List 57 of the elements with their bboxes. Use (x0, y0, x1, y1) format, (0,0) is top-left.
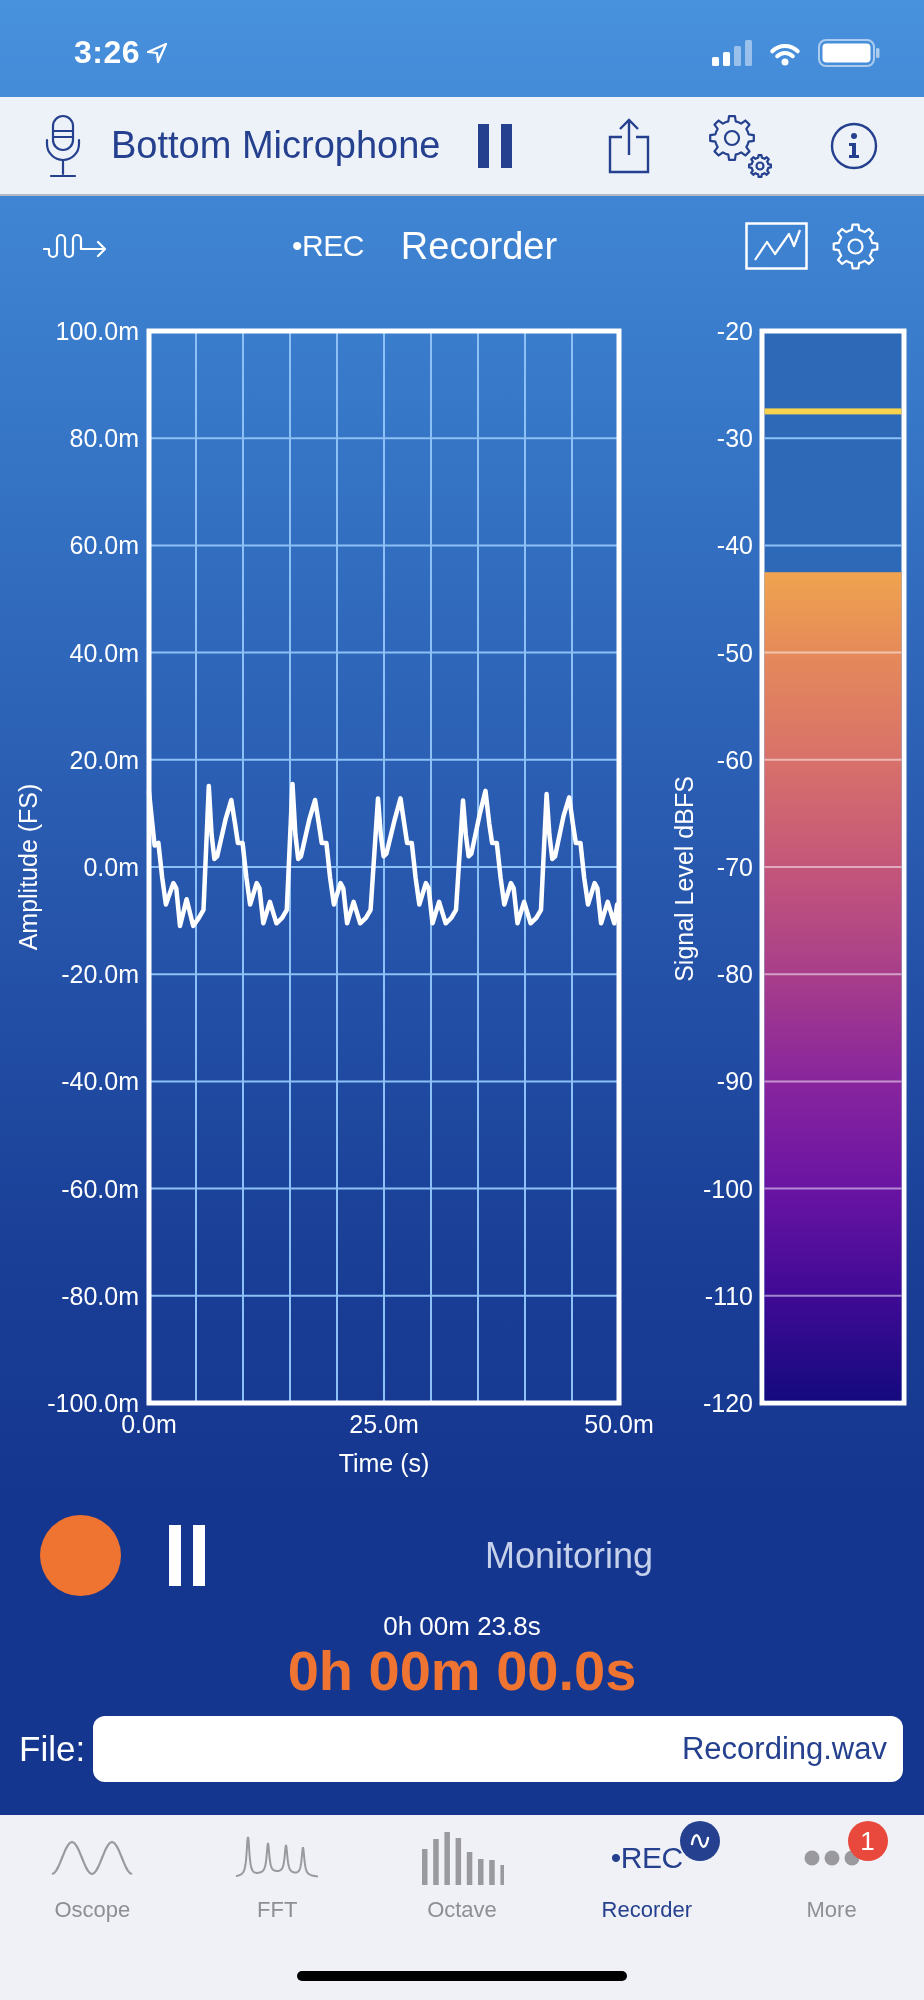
battery-icon (818, 38, 880, 67)
rec-logo: •REC (292, 229, 364, 263)
location-arrow-icon (146, 41, 169, 64)
y-axis-tick-label: 0.0m (83, 853, 139, 881)
status-time: 3:26 (74, 34, 141, 71)
line-chart-icon[interactable] (745, 222, 808, 270)
input-device-selector[interactable]: Bottom Microphone (111, 123, 441, 168)
meter-scale-label: -30 (716, 424, 753, 453)
filename-field[interactable]: Recording.wav (93, 1716, 903, 1782)
meter-scale-label: -40 (716, 531, 753, 560)
tab-button[interactable]: Oscope (0, 1815, 185, 1923)
info-icon[interactable] (830, 121, 878, 170)
y-axis-tick-label: 60.0m (69, 531, 139, 560)
meter-scale-label: -90 (716, 1067, 753, 1096)
bar-graph-icon (420, 1830, 504, 1885)
monitoring-status: Monitoring (485, 1534, 654, 1577)
tab-button[interactable]: •REC Recorder (554, 1815, 740, 1923)
meter-scale-label: -120 (702, 1389, 753, 1417)
tab-button[interactable]: 1 More (739, 1815, 924, 1923)
settings-icon[interactable] (831, 221, 880, 271)
y-axis-tick-label: 40.0m (69, 638, 139, 667)
recording-timer: 0h 00m 00.0s (287, 1641, 637, 1701)
pause-icon[interactable] (169, 1525, 205, 1586)
y-axis-title: Amplitude (FS) (14, 783, 42, 951)
elapsed-time: 0h 00m 23.8s (383, 1611, 541, 1641)
y-axis-tick-label: 20.0m (69, 745, 139, 774)
tab-button[interactable]: FFT (184, 1815, 370, 1923)
x-axis-tick-label: 25.0m (349, 1410, 419, 1438)
meter-scale-label: -50 (716, 638, 753, 667)
sine-wave-icon (50, 1838, 135, 1877)
meter-scale-label: -110 (704, 1281, 753, 1310)
share-icon[interactable] (608, 117, 650, 174)
microphone-icon[interactable] (45, 113, 81, 178)
y-axis-tick-label: -40.0m (61, 1067, 139, 1096)
waveform-arrow-icon[interactable] (43, 231, 107, 261)
tab-button[interactable]: Octave (369, 1815, 555, 1923)
y-axis-tick-label: -80.0m (61, 1281, 139, 1310)
settings-gears-icon[interactable] (708, 113, 772, 178)
meter-scale-label: -20 (716, 317, 753, 345)
file-label: File: (19, 1729, 86, 1769)
rec-logo: •REC (610, 1844, 683, 1871)
x-axis-title: Time (s) (338, 1449, 430, 1477)
y-axis-tick-label: 80.0m (69, 424, 139, 453)
meter-scale-label: -80 (716, 960, 753, 989)
signal-strength-icon (712, 39, 752, 66)
more-dots-icon (803, 1849, 860, 1866)
y-axis-tick-label: -20.0m (61, 960, 139, 989)
meter-axis-title: Signal Level dBFS (670, 776, 698, 982)
meter-scale-label: -70 (716, 853, 753, 881)
pause-icon[interactable] (477, 123, 512, 168)
y-axis-tick-label: 100.0m (55, 317, 139, 345)
x-axis-tick-label: 50.0m (584, 1410, 654, 1438)
screen-title: Recorder (400, 224, 558, 268)
notification-badge: 1 (847, 1821, 888, 1861)
y-axis-tick-label: -60.0m (61, 1174, 139, 1203)
meter-scale-label: -100 (702, 1174, 753, 1203)
meter-scale-label: -60 (716, 745, 753, 774)
